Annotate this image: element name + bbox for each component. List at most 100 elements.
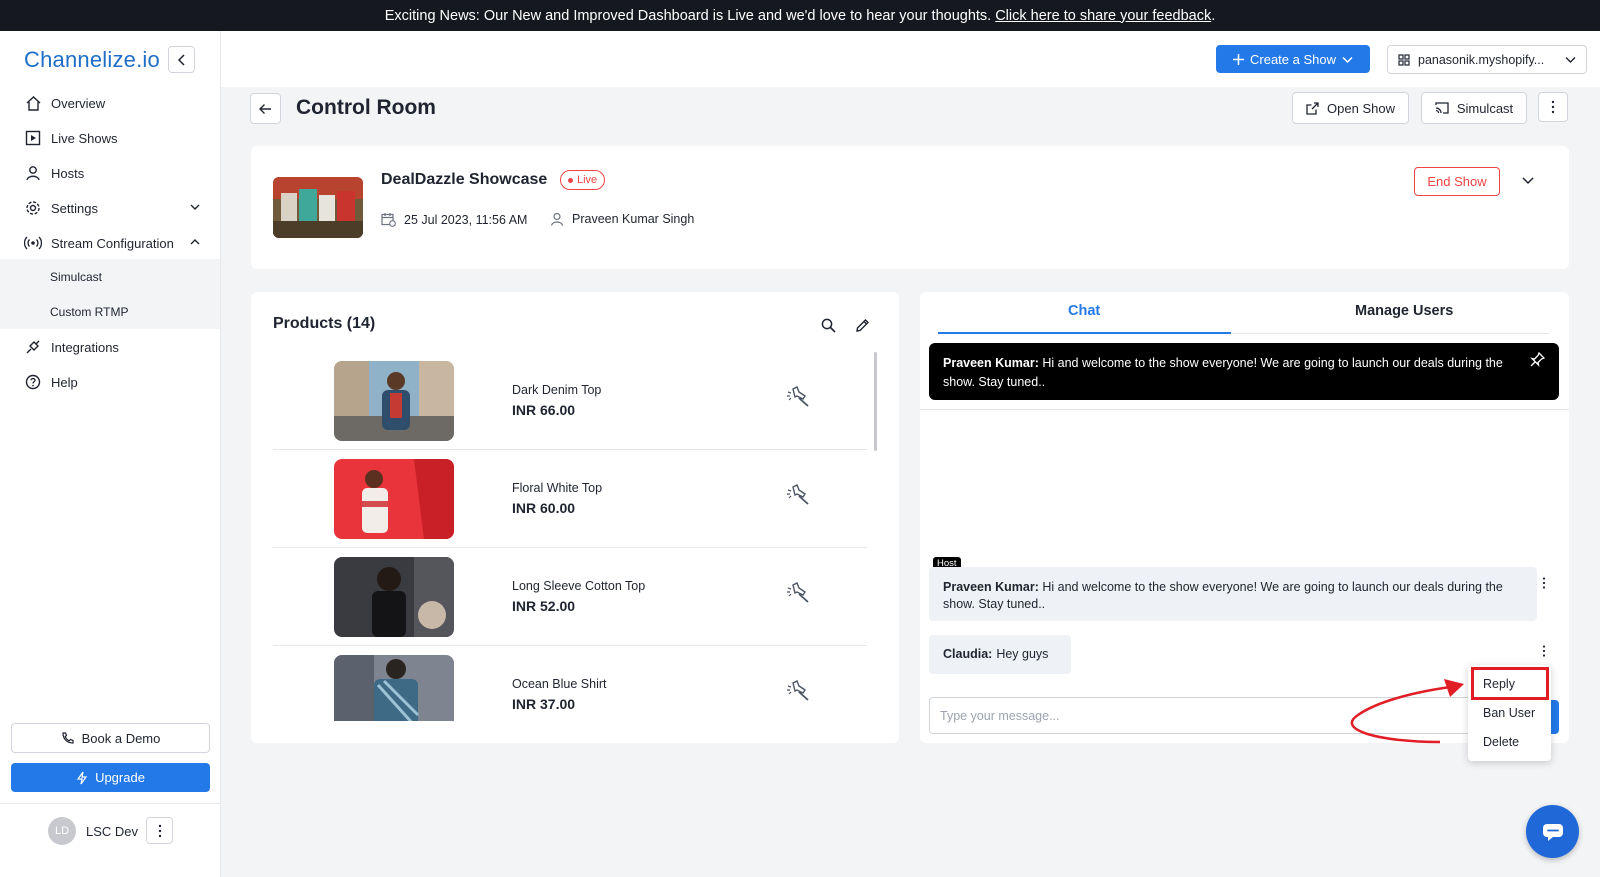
chevron-down-icon (1565, 57, 1576, 63)
product-price: INR 66.00 (512, 402, 576, 418)
product-row[interactable]: Floral White Top INR 60.00 (273, 450, 867, 548)
status-badge: Live (560, 170, 606, 190)
pinned-author: Praveen Kumar: (943, 356, 1039, 370)
more-vertical-icon (1551, 100, 1555, 114)
brand-logo[interactable]: Channelize.io (24, 47, 160, 73)
sidebar-item-label: Stream Configuration (51, 235, 174, 251)
open-show-button[interactable]: Open Show (1292, 92, 1409, 124)
chat-message: Claudia: Hey guys (929, 635, 1071, 674)
simulcast-button[interactable]: Simulcast (1421, 92, 1527, 124)
show-date-text: 25 Jul 2023, 11:56 AM (404, 212, 528, 227)
create-show-button[interactable]: Create a Show (1216, 45, 1370, 73)
sidebar-item-label: Integrations (51, 339, 119, 355)
collapse-sidebar-button[interactable] (168, 46, 195, 73)
sidebar-item-hosts[interactable]: Hosts (0, 156, 220, 190)
more-vertical-icon (1542, 645, 1546, 657)
back-button[interactable] (250, 93, 281, 124)
product-image (334, 557, 454, 637)
highlight-product-button[interactable] (785, 582, 811, 604)
show-name: DealDazzle Showcase (381, 171, 548, 188)
user-menu-button[interactable] (146, 817, 173, 844)
highlight-product-button[interactable] (785, 386, 811, 408)
feedback-link[interactable]: Click here to share your feedback (995, 8, 1211, 24)
pencil-icon (856, 319, 869, 332)
cast-icon (1435, 102, 1449, 114)
product-price: INR 60.00 (512, 500, 576, 516)
chevron-down-icon (190, 204, 200, 210)
product-row[interactable]: Long Sleeve Cotton Top INR 52.00 (273, 548, 867, 646)
create-show-label: Create a Show (1250, 51, 1336, 67)
calendar-icon (381, 213, 396, 227)
sidebar-item-help[interactable]: Help (0, 365, 220, 399)
show-thumbnail (273, 177, 363, 238)
pin-product-icon (787, 484, 809, 505)
sidebar-item-live-shows[interactable]: Live Shows (0, 121, 220, 155)
support-chat-button[interactable] (1526, 805, 1579, 858)
external-link-icon (1306, 101, 1319, 115)
sidebar-subitem-custom-rtmp[interactable]: Custom RTMP (0, 294, 220, 329)
highlight-product-button[interactable] (785, 680, 811, 702)
show-host-text: Praveen Kumar Singh (572, 212, 695, 226)
delete-menu-item[interactable]: Delete (1468, 728, 1551, 756)
unpin-button[interactable] (1530, 352, 1545, 367)
store-name: panasonik.myshopify... (1418, 52, 1545, 67)
search-icon (821, 318, 836, 333)
chevron-up-icon (190, 239, 200, 245)
chevron-down-icon (1522, 177, 1534, 185)
more-options-button[interactable] (1538, 92, 1568, 122)
more-vertical-icon (1542, 577, 1546, 589)
product-price: INR 52.00 (512, 598, 576, 614)
tab-chat[interactable]: Chat (1068, 303, 1100, 319)
chevron-down-icon (1342, 56, 1353, 63)
sidebar-item-integrations[interactable]: Integrations (0, 330, 220, 364)
pinned-message: Praveen Kumar: Hi and welcome to the sho… (929, 343, 1559, 400)
expand-show-button[interactable] (1522, 174, 1534, 186)
product-price: INR 37.00 (512, 696, 576, 712)
status-label: Live (577, 174, 598, 186)
sidebar-subitem-simulcast[interactable]: Simulcast (0, 259, 220, 294)
product-image (334, 459, 454, 539)
highlight-product-button[interactable] (785, 484, 811, 506)
pin-product-icon (787, 386, 809, 407)
sidebar-item-settings[interactable]: Settings (0, 191, 220, 225)
avatar: LD (48, 817, 76, 845)
product-row[interactable]: Dark Denim Top INR 66.00 (273, 352, 867, 450)
annotation-arrow (1350, 679, 1464, 744)
message-text: Hey guys (996, 647, 1049, 661)
product-image (334, 361, 454, 441)
product-image (334, 655, 454, 721)
help-icon (24, 373, 42, 391)
banner-tail: . (1211, 7, 1216, 24)
chevron-left-icon (177, 53, 185, 66)
pinned-divider (920, 409, 1569, 410)
end-show-button[interactable]: End Show (1414, 167, 1500, 196)
page-title: Control Room (296, 96, 436, 119)
product-list: Dark Denim Top INR 66.00 Floral White To… (273, 352, 873, 721)
message-menu-button[interactable] (1542, 645, 1546, 657)
live-dot-icon (568, 177, 573, 183)
edit-products-button[interactable] (855, 318, 870, 333)
book-demo-label: Book a Demo (81, 730, 161, 746)
sidebar-item-overview[interactable]: Overview (0, 86, 220, 120)
sidebar-item-label: Live Shows (51, 130, 118, 146)
ban-user-menu-item[interactable]: Ban User (1468, 699, 1551, 727)
plug-icon (24, 338, 42, 356)
tab-manage-users[interactable]: Manage Users (1355, 303, 1453, 319)
store-icon (1398, 53, 1410, 66)
book-demo-button[interactable]: Book a Demo (11, 723, 210, 753)
sidebar-item-stream-configuration[interactable]: Stream Configuration (0, 226, 220, 260)
search-products-button[interactable] (821, 318, 836, 333)
play-icon (24, 129, 42, 147)
lightning-icon (76, 771, 88, 784)
product-row[interactable]: Ocean Blue Shirt INR 37.00 (273, 646, 867, 721)
upgrade-button[interactable]: Upgrade (11, 763, 210, 792)
open-show-label: Open Show (1327, 100, 1395, 116)
store-selector[interactable]: panasonik.myshopify... (1387, 45, 1587, 74)
product-list-scrollbar[interactable] (874, 352, 877, 451)
sidebar-item-label: Hosts (51, 165, 85, 181)
products-title: Products (14) (273, 315, 376, 332)
pin-icon (1530, 352, 1545, 367)
message-menu-button[interactable] (1542, 577, 1546, 589)
pin-product-icon (787, 680, 809, 701)
upgrade-label: Upgrade (95, 770, 145, 785)
